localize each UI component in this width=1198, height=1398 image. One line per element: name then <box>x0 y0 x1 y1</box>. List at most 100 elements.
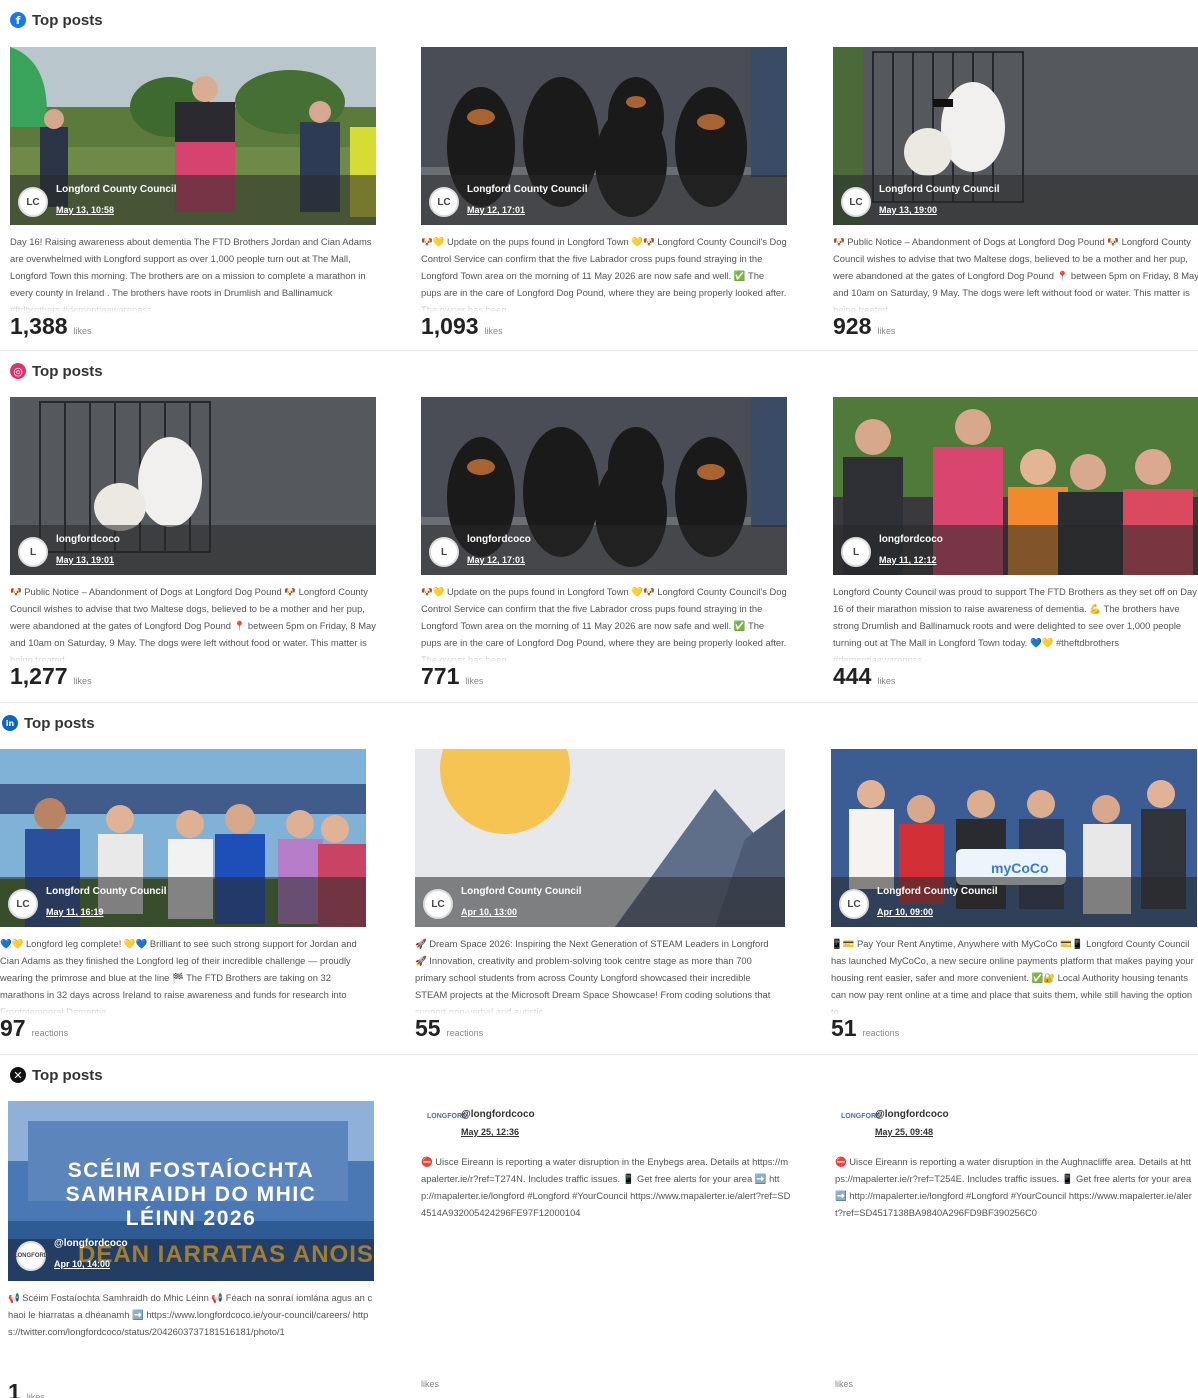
post-date-link[interactable]: Apr 10, 13:00 <box>461 907 517 917</box>
likes-count: 928 <box>833 313 872 339</box>
post-date-link[interactable]: May 11, 16:19 <box>46 907 104 917</box>
likes-count: 1,093 <box>421 313 479 339</box>
svg-text:myCoCo: myCoCo <box>991 860 1049 876</box>
post-metric: 1 likes <box>8 1379 45 1398</box>
post-image[interactable]: LC Longford County Council May 11, 16:19 <box>0 749 366 927</box>
post-date-link[interactable]: Apr 10, 09:00 <box>877 907 933 917</box>
post-overlay <box>0 877 366 927</box>
post-overlay <box>10 175 376 225</box>
post-card[interactable]: LONGFORD @longfordcoco May 25, 12:36 ⛔ U… <box>421 1101 790 1391</box>
post-metric: likes <box>421 1379 439 1389</box>
post-caption: 🐶💛 Update on the pups found in Longford … <box>421 233 787 313</box>
post-image[interactable]: myCoCo LC Longford County Council Apr 10… <box>831 749 1197 927</box>
post-caption: 🐶 Public Notice – Abandonment of Dogs at… <box>10 583 376 663</box>
post-metric: 1,388 likes <box>10 313 92 340</box>
post-image[interactable]: L longfordcoco May 12, 17:01 <box>421 397 787 575</box>
likes-count: 1,277 <box>10 663 68 689</box>
section-header: ✕ Top posts <box>10 1065 103 1085</box>
post-date-link[interactable]: May 25, 09:48 <box>875 1127 933 1137</box>
likes-count: 1 <box>8 1379 21 1398</box>
avatar: LC <box>839 889 869 919</box>
instagram-top-posts-section: ◎ Top posts L longfordcoco May 13, 19:01… <box>0 350 1198 702</box>
banner-line: SAMHRAIDH DO MHIC <box>65 1183 317 1206</box>
post-overlay <box>421 175 787 225</box>
linkedin-icon: in <box>2 715 18 731</box>
post-image[interactable]: LC Longford County Council May 13, 10:58 <box>10 47 376 225</box>
likes-count: 1,388 <box>10 313 68 339</box>
post-overlay <box>421 525 787 575</box>
post-header: LONGFORD @longfordcoco May 25, 09:48 <box>835 1101 1198 1151</box>
post-caption: 💙💛 Longford leg complete! 💛💙 Brilliant t… <box>0 935 366 1015</box>
likes-count: 444 <box>833 663 872 689</box>
avatar: LC <box>8 889 38 919</box>
post-author: Longford County Council <box>467 184 588 195</box>
reactions-label: reactions <box>31 1028 69 1038</box>
banner-title: SCÉIM FOSTAÍOCHTA SAMHRAIDH DO MHIC LÉIN… <box>8 1159 374 1231</box>
likes-label: likes <box>484 326 503 336</box>
post-date-link[interactable]: May 13, 19:01 <box>56 555 114 565</box>
post-caption: 🚀 Dream Space 2026: Inspiring the Next G… <box>415 935 781 1015</box>
post-caption: Longford County Council was proud to sup… <box>833 583 1198 663</box>
post-overlay <box>10 525 376 575</box>
section-title: Top posts <box>32 11 103 29</box>
post-image[interactable]: LC Longford County Council Apr 10, 13:00 <box>415 749 785 927</box>
post-overlay <box>833 175 1198 225</box>
linkedin-top-posts-section: in Top posts LC Longford County Council … <box>0 702 1198 1054</box>
post-date-link[interactable]: Apr 10, 14:00 <box>54 1259 110 1269</box>
avatar: L <box>429 537 459 567</box>
likes-label: likes <box>835 1379 854 1389</box>
post-metric: 928 likes <box>833 313 895 340</box>
facebook-top-posts-section: f Top posts LC Longford County Council M… <box>0 0 1198 350</box>
post-author: longfordcoco <box>56 534 120 545</box>
section-title: Top posts <box>24 714 95 732</box>
reactions-label: reactions <box>446 1028 484 1038</box>
post-overlay <box>833 525 1198 575</box>
post-caption: 🐶💛 Update on the pups found in Longford … <box>421 583 787 663</box>
section-title: Top posts <box>32 362 103 380</box>
section-header: in Top posts <box>2 713 95 733</box>
post-author: Longford County Council <box>461 886 582 897</box>
likes-label: likes <box>73 326 92 336</box>
section-header: f Top posts <box>10 10 103 30</box>
post-metric: 1,277 likes <box>10 663 92 690</box>
reactions-count: 51 <box>831 1015 857 1041</box>
x-icon: ✕ <box>10 1067 26 1083</box>
post-author: longfordcoco <box>879 534 943 545</box>
post-overlay <box>831 877 1197 927</box>
avatar: LC <box>18 187 48 217</box>
post-date-link[interactable]: May 25, 12:36 <box>461 1127 519 1137</box>
post-date-link[interactable]: May 11, 12:12 <box>879 555 937 565</box>
avatar: LONGFORD <box>14 1241 48 1271</box>
likes-label: likes <box>465 676 484 686</box>
post-date-link[interactable]: May 12, 17:01 <box>467 205 525 215</box>
avatar: LC <box>841 187 871 217</box>
avatar: L <box>18 537 48 567</box>
council-logo: LONGFORD <box>427 1113 468 1120</box>
post-author: @longfordcoco <box>875 1109 949 1120</box>
post-caption: ⛔ Uisce Eireann is reporting a water dis… <box>835 1156 1192 1218</box>
post-date-link[interactable]: May 12, 17:01 <box>467 555 525 565</box>
post-header: LONGFORD @longfordcoco May 25, 12:36 <box>421 1101 787 1151</box>
post-image[interactable]: SCÉIM FOSTAÍOCHTA SAMHRAIDH DO MHIC LÉIN… <box>8 1101 374 1281</box>
likes-count: 771 <box>421 663 460 689</box>
reactions-label: reactions <box>862 1028 900 1038</box>
post-card[interactable]: LONGFORD @longfordcoco May 25, 09:48 ⛔ U… <box>835 1101 1198 1391</box>
post-overlay <box>415 877 785 927</box>
post-image[interactable]: LC Longford County Council May 13, 19:00 <box>833 47 1198 225</box>
post-metric: 444 likes <box>833 663 895 690</box>
post-date-link[interactable]: May 13, 10:58 <box>56 205 114 215</box>
post-metric: likes <box>835 1379 853 1389</box>
post-author: @longfordcoco <box>461 1109 535 1120</box>
banner-line: LÉINN 2026 <box>125 1207 257 1230</box>
council-logo: LONGFORD <box>841 1113 882 1120</box>
post-image[interactable]: LC Longford County Council May 12, 17:01 <box>421 47 787 225</box>
instagram-icon: ◎ <box>10 363 26 379</box>
post-author: Longford County Council <box>879 184 1000 195</box>
reactions-count: 97 <box>0 1015 26 1041</box>
post-image[interactable]: L longfordcoco May 11, 12:12 <box>833 397 1198 575</box>
post-image[interactable]: L longfordcoco May 13, 19:01 <box>10 397 376 575</box>
post-date-link[interactable]: May 13, 19:00 <box>879 205 937 215</box>
post-metric: 51 reactions <box>831 1015 899 1042</box>
section-header: ◎ Top posts <box>10 361 103 381</box>
likes-label: likes <box>877 676 896 686</box>
